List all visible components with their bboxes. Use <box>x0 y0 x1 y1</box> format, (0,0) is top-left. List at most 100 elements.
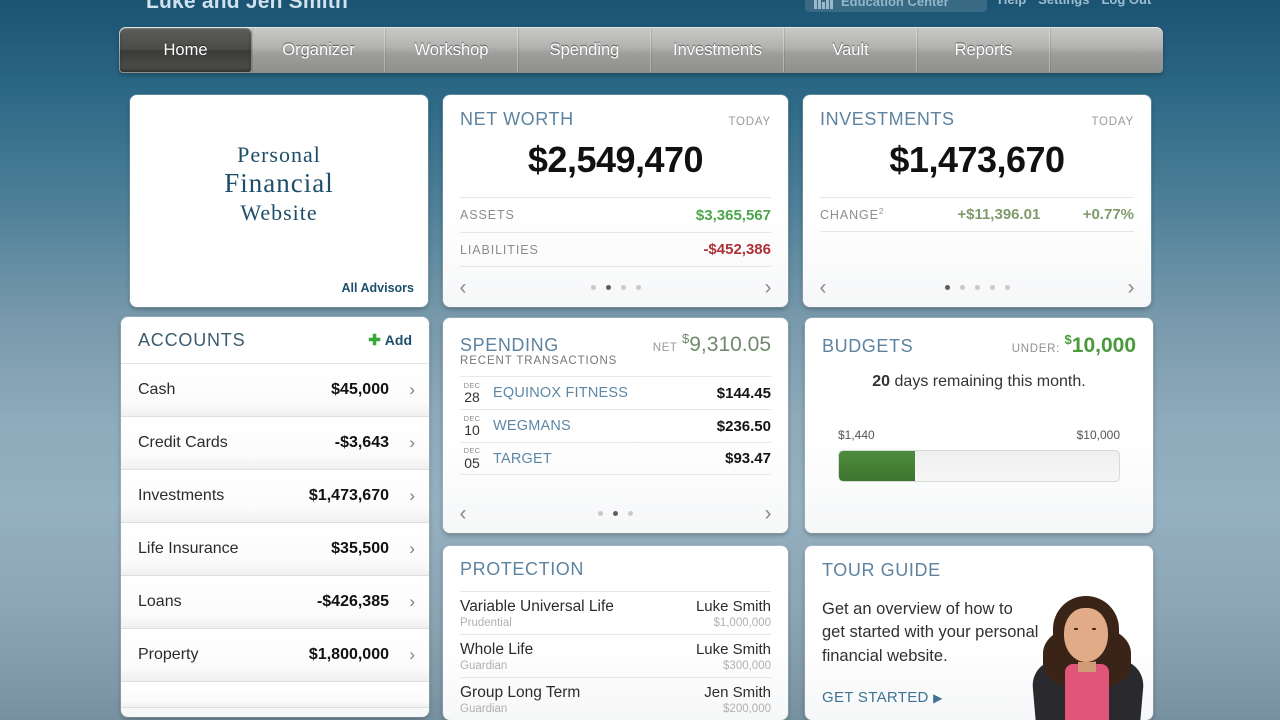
education-center-button[interactable]: Education Center <box>805 0 987 12</box>
prev-arrow-icon[interactable]: ‹ <box>803 277 843 298</box>
pager-dot[interactable] <box>1004 284 1010 290</box>
days-number: 20 <box>872 373 891 390</box>
list-item[interactable]: DEC 28 EQUINOX FITNESS $144.45 <box>460 376 771 409</box>
tour-guide-body: Get an overview of how to get started wi… <box>822 600 1039 665</box>
table-row-partial[interactable] <box>121 682 429 708</box>
table-row[interactable]: Cash $45,000 › <box>121 364 429 417</box>
investments-value: $1,473,670 <box>889 139 1065 180</box>
list-item[interactable]: DEC 10 WEGMANS $236.50 <box>460 409 771 442</box>
pager-dot[interactable] <box>989 284 995 290</box>
accounts-header: ACCOUNTS ✚ Add <box>121 317 429 364</box>
brand-line-3: Website <box>240 199 318 225</box>
next-arrow-icon[interactable]: › <box>748 503 788 524</box>
pager-dot[interactable] <box>628 510 633 516</box>
pager-dots <box>483 284 748 290</box>
tab-vault[interactable]: Vault <box>784 28 917 72</box>
play-triangle-icon: ▶ <box>933 691 943 705</box>
add-account-button[interactable]: ✚ Add <box>368 331 412 349</box>
net-worth-card: NET WORTH TODAY $2,549,470 ASSETS $3,365… <box>443 95 788 307</box>
transaction-amount: $144.45 <box>716 384 771 402</box>
account-name: Loans <box>138 593 182 610</box>
transaction-merchant[interactable]: TARGET <box>493 451 725 467</box>
transaction-merchant[interactable]: WEGMANS <box>493 418 717 434</box>
account-name: Cash <box>138 381 176 398</box>
account-amount: -$426,385 <box>316 593 389 610</box>
tab-workshop[interactable]: Workshop <box>385 28 518 72</box>
pager-dot[interactable] <box>590 284 596 290</box>
tour-guide-card: TOUR GUIDE Get an overview of how to get… <box>805 546 1153 720</box>
liabilities-value: -$452,386 <box>703 241 771 258</box>
brand-line-2: Financial <box>224 167 334 198</box>
assets-value: $3,365,567 <box>695 206 771 224</box>
table-row[interactable]: Group Long Term Jen Smith Guardian $200,… <box>460 677 771 720</box>
budget-bar-labels: $1,440 $10,000 <box>838 428 1120 442</box>
tab-investments[interactable]: Investments <box>651 28 784 72</box>
table-row: ASSETS $3,365,567 <box>460 197 771 232</box>
logout-link[interactable]: Log Out <box>1101 0 1151 7</box>
account-amount: $1,473,670 <box>308 487 389 504</box>
transaction-date: DEC 28 <box>463 380 481 406</box>
spending-title: SPENDING <box>460 335 559 355</box>
policy-amount: $1,000,000 <box>713 617 771 629</box>
budget-spent-label: $1,440 <box>838 428 875 442</box>
policy-amount: $300,000 <box>723 660 771 672</box>
account-amount: $45,000 <box>331 381 389 398</box>
table-row[interactable]: Investments $1,473,670 › <box>121 470 429 523</box>
investments-header: INVESTMENTS TODAY <box>820 109 1134 130</box>
next-arrow-icon[interactable]: › <box>1111 277 1151 298</box>
spending-pager: ‹ › <box>443 493 788 533</box>
protection-list: Variable Universal Life Luke Smith Prude… <box>460 591 771 720</box>
pager-dot[interactable] <box>974 284 980 290</box>
account-name: Life Insurance <box>138 540 239 557</box>
utility-links: Help Settings Log Out <box>998 0 1151 7</box>
pager-dot[interactable] <box>598 510 603 516</box>
tab-reports[interactable]: Reports <box>917 28 1050 72</box>
table-row[interactable]: Whole Life Luke Smith Guardian $300,000 <box>460 634 771 677</box>
pager-dot-active[interactable] <box>613 510 618 516</box>
spending-card: SPENDING NET $9,310.05 RECENT TRANSACTIO… <box>443 318 788 533</box>
pager-dot[interactable] <box>620 284 626 290</box>
table-row[interactable]: Life Insurance $35,500 › <box>121 523 429 576</box>
transaction-list: DEC 28 EQUINOX FITNESS $144.45 DEC 10 WE… <box>460 376 771 475</box>
transaction-date: DEC 05 <box>463 446 481 471</box>
settings-link[interactable]: Settings <box>1038 0 1089 7</box>
net-worth-pager: ‹ › <box>443 267 788 307</box>
all-advisors-link[interactable]: All Advisors <box>342 281 414 295</box>
prev-arrow-icon[interactable]: ‹ <box>443 277 483 298</box>
budgets-under-label: UNDER: <box>1011 343 1061 355</box>
list-item[interactable]: DEC 05 TARGET $93.47 <box>460 442 771 475</box>
tab-spending[interactable]: Spending <box>518 28 651 72</box>
pager-dot[interactable] <box>959 284 965 290</box>
budgets-title: BUDGETS <box>822 336 914 356</box>
policy-name: Variable Universal Life <box>460 598 614 615</box>
prev-arrow-icon[interactable]: ‹ <box>443 503 483 524</box>
net-worth-title: NET WORTH <box>460 109 574 129</box>
table-row[interactable]: Loans -$426,385 › <box>121 576 429 629</box>
accounts-card: ACCOUNTS ✚ Add Cash $45,000 › Credit Car… <box>121 317 429 717</box>
change-amount: +$11,396.01 <box>957 206 1041 223</box>
transaction-merchant[interactable]: EQUINOX FITNESS <box>493 385 717 401</box>
pager-dots <box>843 284 1111 290</box>
change-percent: +0.77% <box>1082 206 1134 223</box>
budget-progress-bar <box>838 450 1120 482</box>
table-row[interactable]: Property $1,800,000 › <box>121 629 429 682</box>
education-center-label: Education Center <box>841 0 949 9</box>
table-row[interactable]: Credit Cards -$3,643 › <box>121 417 429 470</box>
tour-guide-title: TOUR GUIDE <box>822 560 941 580</box>
tab-home[interactable]: Home <box>120 28 252 72</box>
table-row[interactable]: Variable Universal Life Luke Smith Prude… <box>460 591 771 634</box>
pager-dot-active[interactable] <box>605 284 611 290</box>
get-started-link[interactable]: GET STARTED ▶ <box>822 689 943 706</box>
tab-organizer[interactable]: Organizer <box>252 28 385 72</box>
pager-dot-active[interactable] <box>944 284 950 290</box>
liabilities-label: LIABILITIES <box>460 242 539 257</box>
policy-carrier: Guardian <box>460 660 508 672</box>
chevron-right-icon: › <box>409 539 415 558</box>
help-link[interactable]: Help <box>998 0 1026 7</box>
chevron-right-icon: › <box>409 592 415 611</box>
days-text: days remaining this month. <box>894 373 1086 390</box>
spending-net: NET $9,310.05 <box>653 331 771 357</box>
pager-dot[interactable] <box>635 284 641 290</box>
top-header-bar: Luke and Jen Smith Education Center Help… <box>0 0 1280 22</box>
next-arrow-icon[interactable]: › <box>748 277 788 298</box>
